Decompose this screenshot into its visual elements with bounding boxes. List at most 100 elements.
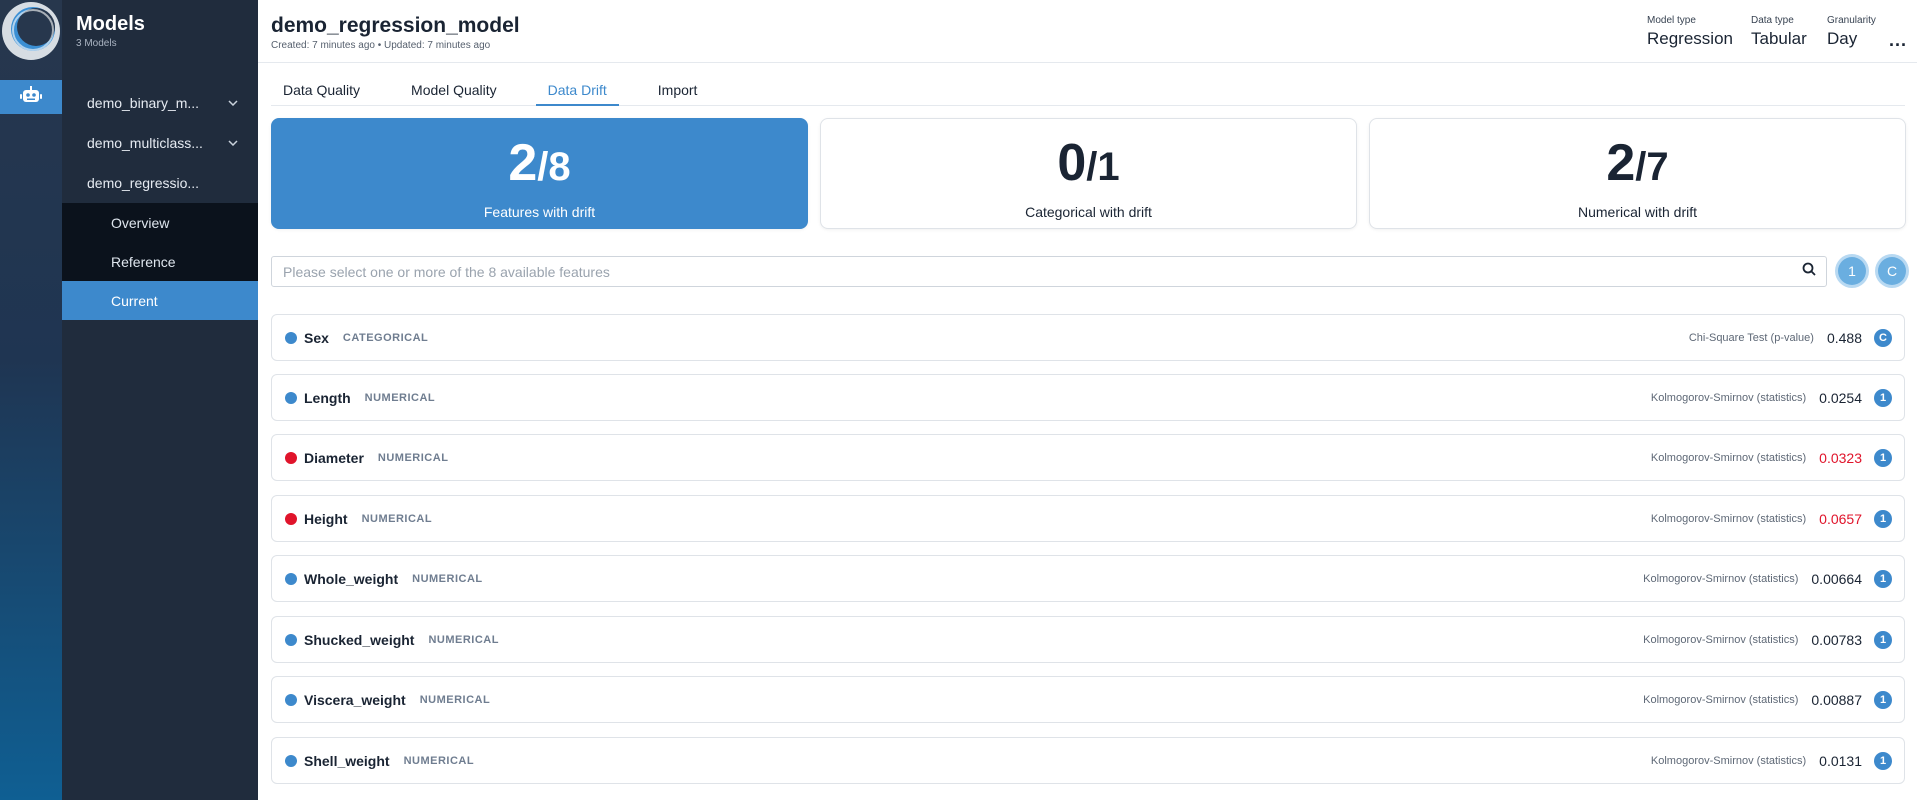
tab-data-quality[interactable]: Data Quality — [271, 80, 372, 106]
feature-type: CATEGORICAL — [342, 331, 429, 344]
feature-score: 0.00887 — [1811, 691, 1862, 708]
feature-row-viscera-weight[interactable]: Viscera_weight NUMERICAL Kolmogorov-Smir… — [271, 676, 1905, 723]
sidebar-model-label: demo_regressio... — [87, 175, 200, 191]
drift-status-dot — [285, 331, 297, 344]
feature-name: Shucked_weight — [304, 631, 415, 648]
feature-name: Height — [304, 510, 348, 527]
card-label: Numerical with drift — [1577, 204, 1698, 220]
drift-status-dot — [285, 451, 297, 464]
model-type-value: Regression — [1647, 29, 1733, 48]
page-meta: Created: 7 minutes ago • Updated: 7 minu… — [271, 40, 491, 51]
categorical-drift-card: 0/1 Categorical with drift — [820, 118, 1357, 229]
drift-status-dot — [285, 572, 297, 585]
numerical-drift-card: 2/7 Numerical with drift — [1369, 118, 1906, 229]
tab-model-quality[interactable]: Model Quality — [399, 80, 509, 106]
app-rail — [0, 0, 62, 800]
feature-row-diameter[interactable]: Diameter NUMERICAL Kolmogorov-Smirnov (s… — [271, 434, 1905, 481]
data-type-info: Data type Tabular — [1751, 15, 1807, 49]
drift-status-dot — [285, 633, 297, 646]
tab-import[interactable]: Import — [646, 80, 710, 106]
chevron-down-icon[interactable] — [226, 96, 240, 110]
feature-row-height[interactable]: Height NUMERICAL Kolmogorov-Smirnov (sta… — [271, 495, 1905, 542]
data-type-value: Tabular — [1751, 29, 1807, 48]
card-count: 2 — [508, 134, 538, 192]
feature-test: Kolmogorov-Smirnov (statistics) — [1643, 633, 1799, 646]
feature-test: Kolmogorov-Smirnov (statistics) — [1650, 451, 1807, 464]
feature-score: 0.0657 — [1819, 510, 1862, 527]
feature-type-badge: 1 — [1874, 569, 1892, 588]
robot-icon — [20, 85, 42, 109]
models-sidebar: Models 3 Models demo_binary_m... demo_mu… — [62, 0, 258, 800]
drift-status-dot — [285, 512, 297, 525]
app-logo-icon[interactable] — [0, 0, 62, 62]
feature-type: NUMERICAL — [403, 754, 475, 767]
feature-test: Kolmogorov-Smirnov (statistics) — [1650, 512, 1807, 525]
sidebar-item-current[interactable]: Current — [62, 281, 258, 320]
card-label: Categorical with drift — [1025, 204, 1152, 220]
feature-type: NUMERICAL — [428, 633, 499, 646]
filter-numerical-button[interactable]: 1 — [1838, 257, 1866, 285]
feature-name: Sex — [304, 329, 329, 346]
feature-row-shell-weight[interactable]: Shell_weight NUMERICAL Kolmogorov-Smirno… — [271, 737, 1905, 784]
tab-bar: Data Quality Model Quality Data Drift Im… — [271, 80, 1905, 106]
sidebar-model-binary[interactable]: demo_binary_m... — [62, 83, 258, 123]
feature-test: Chi-Square Test (p-value) — [1688, 331, 1814, 344]
feature-name: Viscera_weight — [304, 691, 406, 708]
sidebar-title: Models — [76, 13, 145, 35]
feature-type-badge: C — [1874, 328, 1892, 347]
card-total: /8 — [537, 145, 571, 189]
sidebar-model-multiclass[interactable]: demo_multiclass... — [62, 123, 258, 163]
granularity-label: Granularity — [1827, 15, 1876, 26]
sidebar-subtitle: 3 Models — [76, 38, 117, 49]
feature-row-whole-weight[interactable]: Whole_weight NUMERICAL Kolmogorov-Smirno… — [271, 555, 1905, 602]
feature-row-sex[interactable]: Sex CATEGORICAL Chi-Square Test (p-value… — [271, 314, 1905, 361]
sidebar-model-regression[interactable]: demo_regressio... — [62, 163, 258, 203]
models-nav-button[interactable] — [0, 80, 62, 114]
feature-search-input[interactable] — [283, 263, 1683, 280]
sidebar-model-label: demo_binary_m... — [87, 95, 200, 111]
chevron-down-icon[interactable] — [226, 136, 240, 150]
feature-row-shucked-weight[interactable]: Shucked_weight NUMERICAL Kolmogorov-Smir… — [271, 616, 1905, 663]
drift-status-dot — [285, 754, 297, 767]
more-options-button[interactable]: ... — [1889, 30, 1907, 51]
model-type-info: Model type Regression — [1647, 15, 1733, 49]
tab-data-drift[interactable]: Data Drift — [535, 80, 619, 106]
feature-name: Diameter — [304, 449, 364, 466]
feature-score: 0.0131 — [1819, 752, 1862, 769]
data-type-label: Data type — [1751, 15, 1794, 26]
search-icon[interactable] — [1802, 262, 1816, 281]
filter-categorical-button[interactable]: C — [1878, 257, 1906, 285]
feature-test: Kolmogorov-Smirnov (statistics) — [1650, 391, 1807, 404]
feature-name: Shell_weight — [304, 752, 390, 769]
feature-score: 0.488 — [1826, 329, 1862, 346]
card-count: 0 — [1057, 134, 1087, 192]
feature-test: Kolmogorov-Smirnov (statistics) — [1650, 754, 1807, 767]
feature-type: NUMERICAL — [419, 693, 491, 706]
sidebar-item-reference[interactable]: Reference — [62, 242, 258, 281]
drift-status-dot — [285, 391, 297, 404]
feature-type-badge: 1 — [1874, 448, 1892, 467]
drift-status-dot — [285, 693, 297, 706]
card-count: 2 — [1606, 134, 1636, 192]
feature-type: NUMERICAL — [361, 512, 433, 525]
sidebar-item-overview[interactable]: Overview — [62, 203, 258, 242]
feature-type: NUMERICAL — [377, 451, 449, 464]
card-total: /1 — [1086, 145, 1120, 189]
feature-name: Length — [304, 389, 351, 406]
feature-search — [271, 256, 1827, 287]
feature-test: Kolmogorov-Smirnov (statistics) — [1643, 572, 1799, 585]
model-type-label: Model type — [1647, 15, 1696, 26]
granularity-info: Granularity Day — [1827, 15, 1876, 49]
feature-test: Kolmogorov-Smirnov (statistics) — [1643, 693, 1799, 706]
feature-type-badge: 1 — [1874, 388, 1892, 407]
feature-score: 0.00783 — [1811, 631, 1862, 648]
feature-type-badge: 1 — [1874, 509, 1892, 528]
card-total: /7 — [1635, 145, 1669, 189]
feature-type-badge: 1 — [1874, 751, 1892, 770]
feature-score: 0.0323 — [1819, 449, 1862, 466]
page-header: demo_regression_model Created: 7 minutes… — [258, 0, 1917, 63]
feature-name: Whole_weight — [304, 570, 399, 587]
feature-row-length[interactable]: Length NUMERICAL Kolmogorov-Smirnov (sta… — [271, 374, 1905, 421]
feature-type-badge: 1 — [1874, 630, 1892, 649]
card-label: Features with drift — [483, 204, 596, 220]
